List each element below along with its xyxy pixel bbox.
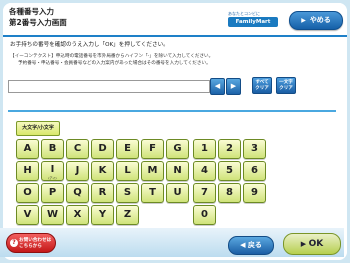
arrow-left-icon: ◀ (240, 241, 248, 249)
number-input[interactable] (8, 80, 210, 93)
key-u[interactable]: U (166, 183, 189, 203)
key-b[interactable]: B (41, 139, 64, 159)
note-line-1: 【イーコンテクスト】申込時の電話番号を市外局番からハイフン「-」を除いて入力して… (10, 54, 214, 59)
key-0[interactable]: 0 (193, 205, 216, 225)
key-k[interactable]: K (91, 161, 114, 181)
key-o[interactable]: O (16, 183, 39, 203)
key-j[interactable]: J (66, 161, 89, 181)
key-c[interactable]: C (66, 139, 89, 159)
back-label: 戻る (247, 241, 262, 249)
familymart-logo: あなたとコンビに FamilyMart (228, 11, 283, 29)
key-p[interactable]: P (41, 183, 64, 203)
clear-one-button[interactable]: 一文字 クリア (276, 77, 296, 94)
key-n[interactable]: N (166, 161, 189, 181)
clear-all-label-2: クリア (255, 86, 269, 91)
back-button[interactable]: ◀ 戻る (228, 236, 274, 255)
page-title: 各種番号入力 (9, 7, 54, 16)
brand-name: FamilyMart (228, 17, 278, 27)
key-a[interactable]: A (16, 139, 39, 159)
clear-one-label-1: 一文字 (279, 80, 293, 85)
key-2[interactable]: 2 (218, 139, 241, 159)
key-v[interactable]: V (16, 205, 39, 225)
key-i[interactable]: I (アイ) (41, 161, 64, 181)
key-f[interactable]: F (141, 139, 164, 159)
help-label-1: お問い合わせは (19, 238, 52, 243)
key-1[interactable]: 1 (193, 139, 216, 159)
key-d[interactable]: D (91, 139, 114, 159)
key-x[interactable]: X (66, 205, 89, 225)
help-contact-button[interactable]: ? お問い合わせは こちらから (6, 233, 56, 253)
clear-all-button[interactable]: すべて クリア (252, 77, 272, 94)
ok-label: OK (308, 239, 324, 249)
cursor-right-button[interactable]: ▶ (226, 78, 241, 95)
key-s[interactable]: S (116, 183, 139, 203)
key-7[interactable]: 7 (193, 183, 216, 203)
cancel-label: やめる (309, 16, 331, 24)
clear-one-label-2: クリア (279, 86, 293, 91)
key-6[interactable]: 6 (243, 161, 266, 181)
cursor-left-button[interactable]: ◀ (210, 78, 225, 95)
note-line-2: 予約番号・申込番号・会員番号などの入力案内があった場合はその番号を入力してくださ… (18, 61, 211, 66)
key-m[interactable]: M (141, 161, 164, 181)
case-toggle-button[interactable]: 大文字/小文字 (16, 121, 60, 136)
key-8[interactable]: 8 (218, 183, 241, 203)
arrow-right-icon: ▶ (300, 240, 309, 248)
key-t[interactable]: T (141, 183, 164, 203)
key-z[interactable]: Z (116, 205, 139, 225)
key-h[interactable]: H (16, 161, 39, 181)
cancel-button[interactable]: ▶ やめる (289, 11, 343, 30)
clear-all-label-1: すべて (255, 80, 269, 85)
instruction-text: お手持ちの番号を確認のうえ入力し「OK」を押してください。 (10, 42, 169, 48)
key-w[interactable]: W (41, 205, 64, 225)
key-y[interactable]: Y (91, 205, 114, 225)
key-l[interactable]: L (116, 161, 139, 181)
header: 各種番号入力 第2番号入力画面 あなたとコンビに FamilyMart ▶ やめる (3, 3, 347, 35)
kiosk-screen: 各種番号入力 第2番号入力画面 あなたとコンビに FamilyMart ▶ やめる… (0, 0, 350, 263)
arrow-right-icon: ▶ (301, 17, 306, 24)
help-label-2: こちらから (19, 244, 42, 249)
ok-button[interactable]: ▶ OK (283, 233, 341, 255)
key-e[interactable]: E (116, 139, 139, 159)
key-i-hint: (アイ) (48, 176, 57, 180)
key-g[interactable]: G (166, 139, 189, 159)
key-4[interactable]: 4 (193, 161, 216, 181)
key-5[interactable]: 5 (218, 161, 241, 181)
key-q[interactable]: Q (66, 183, 89, 203)
key-3[interactable]: 3 (243, 139, 266, 159)
key-r[interactable]: R (91, 183, 114, 203)
question-icon: ? (10, 239, 18, 247)
page-subtitle: 第2番号入力画面 (9, 18, 67, 27)
key-i-label: I (50, 164, 55, 175)
key-9[interactable]: 9 (243, 183, 266, 203)
header-divider (3, 35, 347, 37)
